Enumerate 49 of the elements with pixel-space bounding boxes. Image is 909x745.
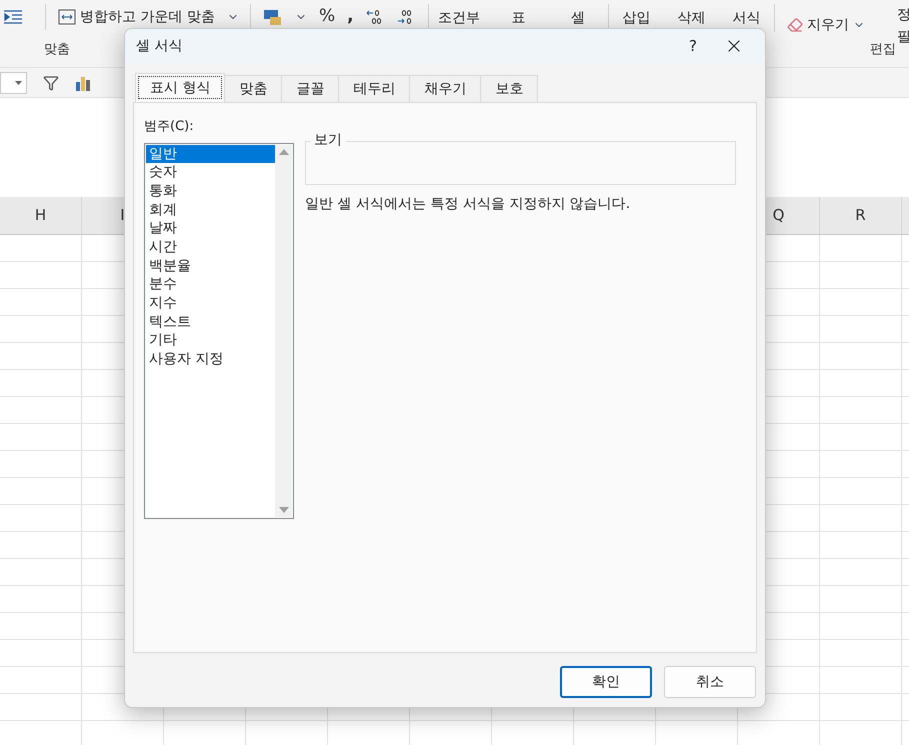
category-item[interactable]: 시간	[146, 238, 275, 257]
category-item[interactable]: 날짜	[146, 219, 275, 238]
column-header[interactable]: H	[34, 204, 46, 227]
increase-decimal-icon	[366, 9, 384, 25]
category-item[interactable]: 텍스트	[146, 312, 275, 332]
category-item[interactable]: 회계	[146, 200, 275, 220]
cut-label: 필	[897, 28, 909, 47]
category-item[interactable]: 통화	[146, 182, 275, 201]
category-label: 범주(C):	[144, 118, 195, 136]
ribbon-command[interactable]: 삭제	[664, 4, 719, 32]
cut-label: 정	[897, 6, 909, 25]
indent-icon	[4, 10, 22, 24]
category-item[interactable]: 지수	[146, 294, 275, 313]
ribbon-command[interactable]: 조건부	[429, 4, 489, 32]
scroll-up-icon	[278, 148, 288, 154]
scroll-down-icon	[278, 506, 288, 512]
eraser-icon	[787, 17, 803, 33]
group-label: 편집	[870, 41, 896, 59]
help-button[interactable]: ?	[678, 32, 708, 60]
category-item[interactable]: 분수	[146, 275, 275, 294]
dialog-title: 셀 서식	[136, 36, 182, 56]
format-description: 일반 셀 서식에서는 특정 서식을 지정하지 않습니다.	[305, 195, 632, 214]
dialog-tab[interactable]: 보호	[480, 75, 538, 102]
category-item[interactable]: 숫자	[146, 163, 275, 182]
dialog-button[interactable]: 확인	[560, 666, 652, 698]
category-item[interactable]: 사용자 지정	[146, 350, 275, 369]
ribbon-command[interactable]: 표	[488, 4, 548, 32]
decrease-decimal-icon	[396, 9, 414, 25]
ribbon-command[interactable]: 삽입	[609, 4, 664, 32]
scroll-bar[interactable]	[275, 144, 292, 516]
currency-icon	[263, 8, 283, 26]
ribbon-command[interactable]: 서식	[719, 4, 774, 32]
category-item[interactable]: 백분율	[146, 256, 275, 276]
filter-icon	[43, 74, 59, 90]
dialog-tab[interactable]: 표시 형식	[135, 73, 226, 102]
group-label: 맞춤	[44, 41, 70, 59]
ribbon-command[interactable]: 셀	[548, 4, 608, 32]
dialog-button[interactable]: 취소	[664, 666, 756, 698]
merge-icon	[58, 9, 76, 25]
comma-button[interactable]: ,	[347, 4, 354, 30]
category-item[interactable]: 일반	[146, 144, 275, 164]
column-header[interactable]: I	[120, 204, 125, 227]
clear-button[interactable]: 지우기	[787, 16, 865, 34]
column-header[interactable]: R	[855, 204, 866, 227]
bar-chart-icon	[75, 74, 91, 90]
name-box[interactable]	[0, 72, 27, 94]
category-item[interactable]: 기타	[146, 331, 275, 350]
percent-button[interactable]: %	[319, 4, 336, 30]
column-header[interactable]: Q	[772, 204, 784, 227]
